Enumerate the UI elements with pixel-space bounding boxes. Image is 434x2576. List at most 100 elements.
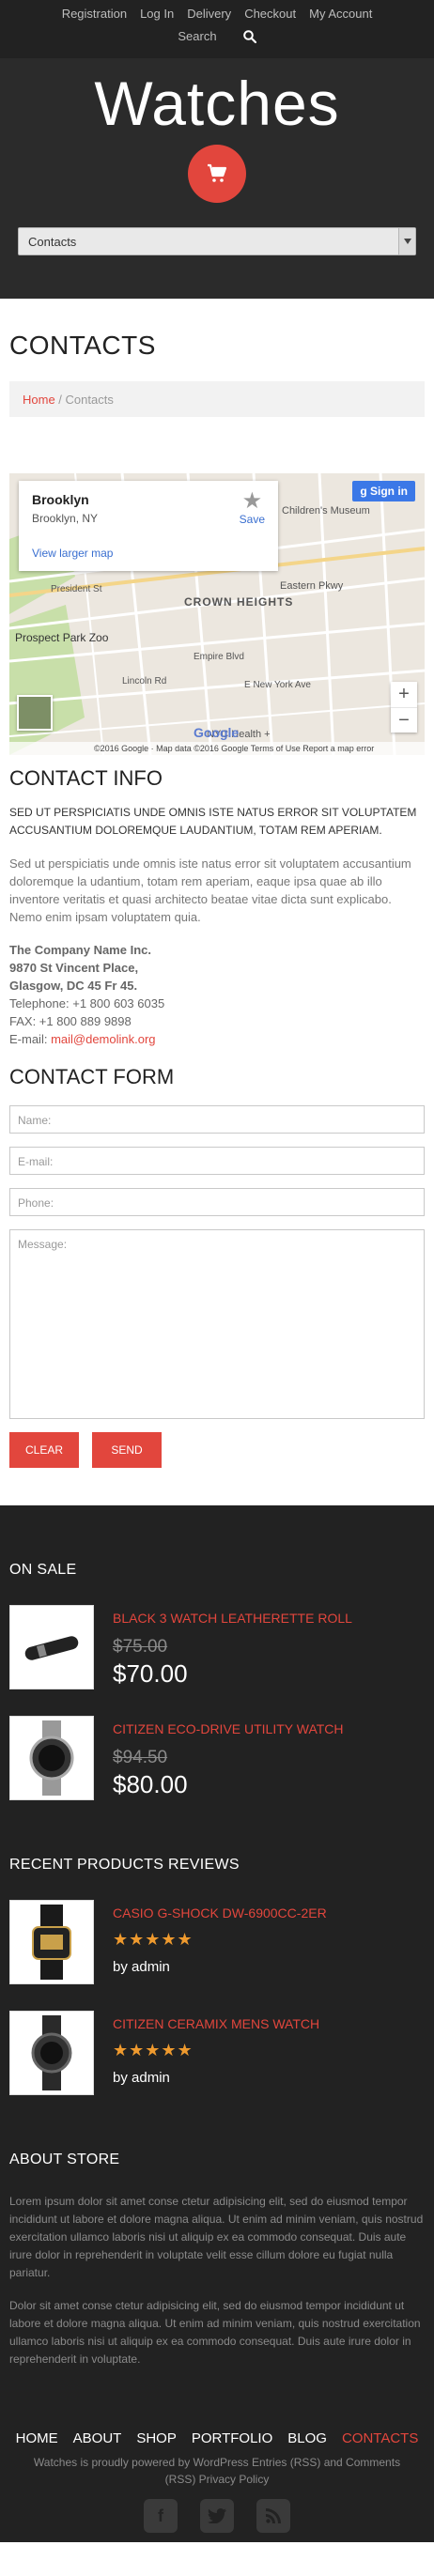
rating-stars: ★★★★★	[113, 1930, 194, 1949]
search-input[interactable]: Search	[178, 29, 216, 43]
contact-info-paragraph: Sed ut perspiciatis unde omnis iste natu…	[9, 856, 411, 924]
cart-icon	[208, 163, 227, 182]
street-address: 9870 St Vincent Place,	[9, 961, 139, 975]
review-item: CITIZEN CERAMIX MENS WATCH ★★★★★ by admi…	[9, 2011, 425, 2095]
product-thumbnail[interactable]	[9, 1605, 94, 1689]
google-map[interactable]: Children's Museum Eastern Pkwy President…	[9, 473, 425, 755]
clear-button[interactable]: CLEAR	[9, 1432, 79, 1468]
view-larger-map-link[interactable]: View larger map	[32, 547, 113, 560]
map-footer[interactable]: ©2016 Google · Map data ©2016 Google Ter…	[9, 742, 425, 755]
hero: Watches Contacts	[0, 58, 434, 299]
watch-icon	[32, 1905, 71, 1980]
cart-button[interactable]	[188, 145, 246, 203]
footer-nav-contacts[interactable]: CONTACTS	[342, 2430, 418, 2446]
map-zoom-control: + −	[391, 682, 417, 733]
name-field[interactable]: Name:	[9, 1105, 425, 1134]
nav-registration[interactable]: Registration	[62, 7, 127, 21]
product-old-price: $75.00	[113, 1637, 168, 1657]
footer-widgets: ON SALE BLACK 3 WATCH LEATHERETTE ROLL $…	[0, 1505, 434, 2542]
product-name[interactable]: CITIZEN CERAMIX MENS WATCH	[113, 2016, 319, 2031]
product-name[interactable]: CASIO G-SHOCK DW-6900CC-2ER	[113, 1905, 327, 1920]
product-name[interactable]: CITIZEN ECO-DRIVE UTILITY WATCH	[113, 1721, 344, 1736]
menu-select[interactable]: Contacts	[18, 227, 416, 255]
phone-field[interactable]: Phone:	[9, 1188, 425, 1216]
top-nav: Registration Log In Delivery Checkout My…	[0, 0, 434, 21]
city-address: Glasgow, DC 45 Fr 45.	[9, 979, 138, 993]
footer-nav-about[interactable]: ABOUT	[73, 2430, 122, 2446]
map-info-card: Brooklyn Brooklyn, NY View larger map ★ …	[19, 481, 278, 571]
email-field[interactable]: E-mail:	[9, 1147, 425, 1175]
reviews-title: RECENT PRODUCTS REVIEWS	[9, 1857, 240, 1873]
nav-checkout[interactable]: Checkout	[244, 7, 296, 21]
map-signin-label: Sign in	[370, 485, 408, 498]
footer-nav-blog[interactable]: BLOG	[287, 2430, 327, 2446]
company-name: The Company Name Inc.	[9, 943, 151, 957]
map-label-eastern-pkwy: Eastern Pkwy	[280, 580, 344, 592]
map-place-address: Brooklyn, NY	[32, 512, 99, 525]
search-row: Search	[0, 29, 434, 43]
review-author: by admin	[113, 1959, 170, 1975]
page-title: CONTACTS	[9, 331, 156, 360]
map-save-label: Save	[239, 513, 265, 526]
top-bar: Registration Log In Delivery Checkout My…	[0, 0, 434, 58]
map-save-button[interactable]: ★ Save	[239, 488, 265, 527]
about-paragraph: Lorem ipsum dolor sit amet conse ctetur …	[9, 2195, 424, 2279]
breadcrumb-home[interactable]: Home	[23, 393, 55, 407]
search-icon[interactable]	[242, 29, 256, 43]
nav-login[interactable]: Log In	[140, 7, 174, 21]
google-logo: Google	[194, 725, 240, 740]
zoom-out-icon[interactable]: −	[391, 707, 417, 733]
twitter-icon[interactable]	[200, 2499, 234, 2533]
contact-info-lead: SED UT PERSPICIATIS UNDE OMNIS ISTE NATU…	[9, 806, 417, 837]
product-item: CITIZEN ECO-DRIVE UTILITY WATCH $94.50 $…	[9, 1716, 425, 1800]
map-label-president-st: President St	[51, 584, 102, 594]
zoom-in-icon[interactable]: +	[391, 682, 417, 707]
message-field[interactable]: Message:	[9, 1229, 425, 1419]
product-price: $70.00	[113, 1659, 188, 1688]
footer-nav: HOME ABOUT SHOP PORTFOLIO BLOG CONTACTS	[9, 2430, 425, 2446]
product-thumbnail[interactable]	[9, 1900, 94, 1984]
send-button[interactable]: SEND	[92, 1432, 162, 1468]
watch-roll-icon	[24, 1636, 79, 1660]
map-label-e-new-york-ave: E New York Ave	[244, 680, 311, 690]
email-label: E-mail:	[9, 1032, 52, 1046]
contact-info-title: CONTACT INFO	[9, 766, 163, 790]
map-label-prospect-park-zoo: Prospect Park Zoo	[15, 631, 109, 644]
form-buttons: CLEAR SEND	[9, 1432, 425, 1468]
product-thumbnail[interactable]	[9, 2011, 94, 2095]
map-place-name: Brooklyn	[32, 492, 89, 507]
about-paragraph: Dolor sit amet conse ctetur adipisicing …	[9, 2299, 421, 2366]
footer-nav-home[interactable]: HOME	[16, 2430, 58, 2446]
powered-by[interactable]: Watches is proudly powered by WordPress …	[9, 2454, 425, 2488]
map-label-lincoln-rd: Lincoln Rd	[122, 676, 167, 686]
contact-form-title: CONTACT FORM	[9, 1065, 175, 1088]
product-old-price: $94.50	[113, 1748, 168, 1767]
map-label-children-museum: Children's Museum	[282, 505, 370, 517]
email-link[interactable]: mail@demolink.org	[51, 1032, 155, 1046]
chevron-down-icon	[398, 228, 415, 255]
rss-icon[interactable]	[256, 2499, 290, 2533]
star-icon: ★	[241, 488, 263, 514]
product-price: $80.00	[113, 1770, 188, 1798]
watch-icon	[31, 2015, 72, 2090]
on-sale-title: ON SALE	[9, 1562, 77, 1578]
nav-my-account[interactable]: My Account	[309, 7, 372, 21]
footer-nav-shop[interactable]: SHOP	[136, 2430, 177, 2446]
product-name[interactable]: BLACK 3 WATCH LEATHERETTE ROLL	[113, 1611, 352, 1626]
social-links: f	[9, 2499, 425, 2542]
map-satellite-toggle[interactable]	[17, 695, 53, 731]
rating-stars: ★★★★★	[113, 2041, 194, 2059]
breadcrumb-separator: /	[54, 393, 66, 407]
google-plus-icon: g	[360, 485, 370, 498]
product-thumbnail[interactable]	[9, 1716, 94, 1800]
facebook-icon[interactable]: f	[144, 2499, 178, 2533]
footer-nav-portfolio[interactable]: PORTFOLIO	[192, 2430, 272, 2446]
nav-delivery[interactable]: Delivery	[187, 7, 231, 21]
product-item: BLACK 3 WATCH LEATHERETTE ROLL $75.00 $7…	[9, 1605, 425, 1689]
map-signin-button[interactable]: g Sign in	[352, 481, 415, 501]
watch-icon	[29, 1720, 74, 1796]
fax: FAX: +1 800 889 9898	[9, 1014, 132, 1028]
breadcrumb: Home / Contacts	[9, 381, 425, 417]
site-title[interactable]: Watches	[0, 58, 434, 139]
about-store-title: ABOUT STORE	[9, 2152, 120, 2167]
